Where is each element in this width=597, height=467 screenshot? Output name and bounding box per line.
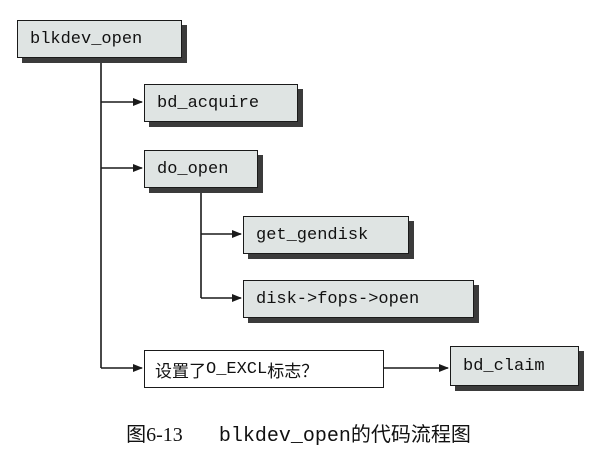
node-bd-acquire-label: bd_acquire <box>157 93 260 113</box>
node-blkdev-open-label: blkdev_open <box>30 29 143 49</box>
node-bd-claim-label: bd_claim <box>463 356 545 376</box>
node-disk-fops-open-label: disk->fops->open <box>256 289 420 309</box>
figure-caption: 图6-13 blkdev_open的代码流程图 <box>0 418 597 448</box>
caption-suffix: 的代码流程图 <box>350 422 471 446</box>
node-get-gendisk-label: get_gendisk <box>256 225 369 245</box>
node-bd-claim: bd_claim <box>450 346 579 386</box>
node-blkdev-open: blkdev_open <box>17 20 182 58</box>
node-do-open-label: do_open <box>157 159 229 179</box>
question-prefix: 设置了 <box>155 361 206 382</box>
node-get-gendisk: get_gendisk <box>243 216 409 254</box>
node-excl-question: 设置了 O_EXCL 标志？ <box>144 350 384 388</box>
node-disk-fops-open: disk->fops->open <box>243 280 474 318</box>
caption-figure-number: 图6-13 <box>126 424 183 446</box>
question-suffix: 标志？ <box>267 361 319 382</box>
node-do-open: do_open <box>144 150 258 188</box>
node-bd-acquire: bd_acquire <box>144 84 298 122</box>
flow-diagram: blkdev_open bd_acquire do_open get_gendi… <box>0 0 597 467</box>
question-flag: O_EXCL <box>206 359 268 379</box>
caption-function-name: blkdev_open <box>218 425 351 448</box>
